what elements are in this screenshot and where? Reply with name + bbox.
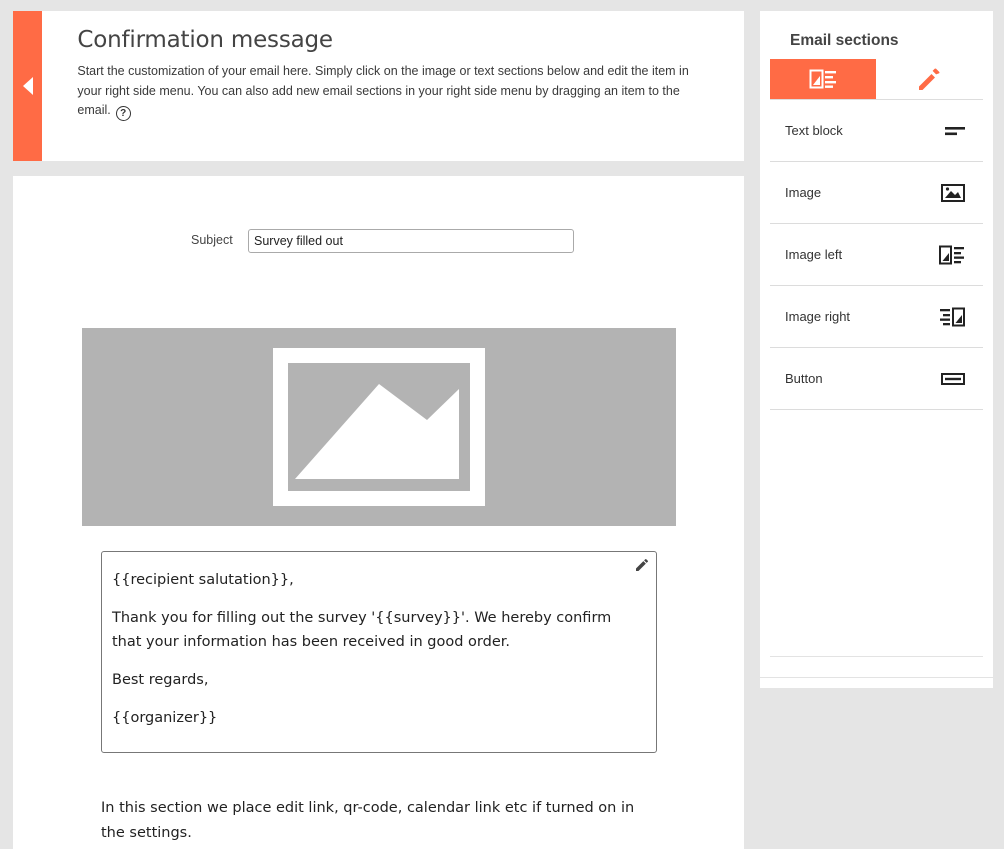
closing-text: Best regards,: [112, 672, 209, 688]
body-text: Thank you for filling out the survey '{{…: [112, 610, 612, 650]
image-left-icon: [939, 245, 965, 265]
subject-label: Subject: [191, 233, 233, 247]
tab-sections[interactable]: [770, 59, 876, 99]
description-text: Start the customization of your email he…: [77, 64, 689, 117]
divider: [760, 677, 993, 678]
sidebar-tabs: [770, 59, 983, 100]
header-body: Confirmation message Start the customiza…: [42, 11, 744, 161]
section-item-text-block[interactable]: Text block: [770, 100, 983, 162]
image-right-icon: [939, 307, 965, 327]
section-item-label: Image: [785, 185, 822, 200]
section-item-image-right[interactable]: Image right: [770, 286, 983, 348]
section-list: Text block Image Image left Image right …: [770, 100, 983, 410]
image-placeholder-icon: [273, 348, 485, 506]
section-item-label: Button: [785, 371, 823, 386]
section-item-label: Image right: [785, 309, 851, 324]
tab-edit[interactable]: [876, 59, 982, 99]
subject-input[interactable]: [248, 229, 574, 253]
help-icon[interactable]: ?: [115, 106, 131, 122]
sections-icon: [809, 69, 836, 89]
salutation-text: {{recipient salutation}},: [112, 572, 294, 588]
signature-text: {{organizer}}: [112, 710, 218, 726]
section-item-button[interactable]: Button: [770, 348, 983, 410]
section-item-image-left[interactable]: Image left: [770, 224, 983, 286]
footer-note: In this section we place edit link, qr-c…: [101, 800, 635, 841]
email-editor: Subject {{recipient salutation}}, Thank …: [13, 176, 744, 849]
button-icon: [941, 372, 965, 385]
text-block-section[interactable]: {{recipient salutation}}, Thank you for …: [101, 551, 657, 753]
triangle-left-icon: [22, 77, 33, 95]
page-title: Confirmation message: [77, 27, 333, 53]
pencil-icon[interactable]: [634, 557, 650, 573]
page-description: Start the customization of your email he…: [77, 62, 704, 122]
image-icon: [941, 183, 965, 202]
collapse-panel-button[interactable]: [13, 11, 43, 161]
email-sections-sidebar: Email sections Text block Image Image le…: [760, 11, 993, 688]
text-block-icon: [945, 126, 965, 136]
pencil-icon: [919, 68, 940, 90]
section-item-image[interactable]: Image: [770, 162, 983, 224]
section-item-label: Text block: [785, 123, 843, 138]
header-card: Confirmation message Start the customiza…: [13, 11, 744, 161]
image-section[interactable]: [82, 328, 676, 526]
divider: [770, 656, 983, 657]
section-item-label: Image left: [785, 247, 843, 262]
sidebar-title: Email sections: [790, 32, 899, 49]
